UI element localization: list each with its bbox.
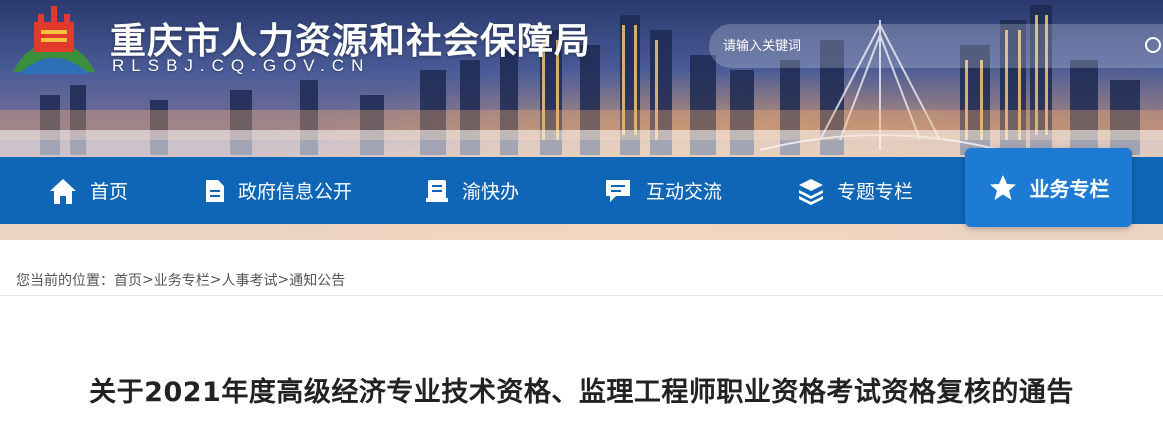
breadcrumb-link-home[interactable]: 首页 (114, 270, 142, 290)
star-icon (989, 174, 1016, 200)
nav-item-home[interactable]: 首页 (48, 157, 128, 224)
nav-item-label: 专题专栏 (837, 181, 914, 203)
nav-item-label: 业务专栏 (1029, 177, 1110, 201)
layers-icon (799, 178, 823, 205)
article-title: 关于2021年度高级经济专业技术资格、监理工程师职业资格考试资格复核的通告 (89, 377, 1074, 408)
search-input[interactable] (723, 24, 1133, 68)
nav-item-business[interactable]: 业务专栏 (965, 148, 1132, 227)
site-domain: RLSBJ.CQ.GOV.CN (112, 56, 371, 75)
site-logo-icon[interactable] (8, 2, 100, 80)
breadcrumb-separator: > (142, 272, 154, 288)
breadcrumb-link-business[interactable]: 业务专栏 (154, 270, 210, 290)
search-bar (709, 24, 1163, 68)
book-icon (426, 179, 448, 202)
breadcrumb-link-exams[interactable]: 人事考试 (221, 270, 277, 290)
document-icon (206, 179, 224, 202)
nav-item-interaction[interactable]: 互动交流 (604, 157, 722, 224)
nav-item-label: 互动交流 (646, 181, 723, 203)
nav-item-yukuaiban[interactable]: 渝快办 (424, 157, 519, 224)
breadcrumb-link-notices[interactable]: 通知公告 (289, 270, 345, 290)
breadcrumb-separator: > (277, 272, 290, 288)
nav-item-gov-info[interactable]: 政府信息公开 (204, 157, 352, 224)
nav-item-label: 首页 (90, 181, 129, 203)
home-icon (50, 178, 76, 204)
divider (0, 295, 1163, 296)
breadcrumb: 您当前的位置： 首页 > 业务专栏 > 人事考试 > 通知公告 (16, 266, 1146, 294)
breadcrumb-prefix: 您当前的位置： (16, 273, 114, 289)
breadcrumb-separator: > (209, 272, 222, 288)
chat-icon (606, 179, 630, 202)
main-nav: 首页 政府信息公开 渝快办 互动交流 专题专栏 业务专栏 (0, 148, 1163, 227)
nav-item-label: 政府信息公开 (238, 181, 353, 203)
search-icon[interactable] (1144, 36, 1163, 56)
nav-item-label: 渝快办 (462, 181, 520, 203)
nav-item-special-topics[interactable]: 专题专栏 (797, 157, 913, 224)
